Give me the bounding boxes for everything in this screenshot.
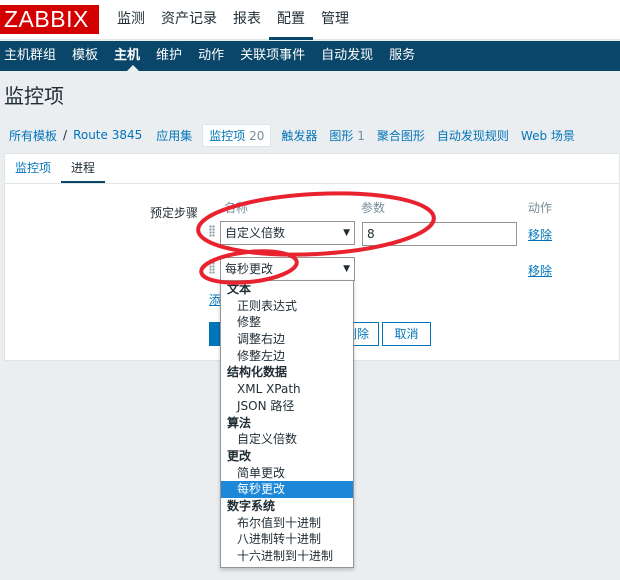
- drag-handle-icon[interactable]: [209, 225, 215, 237]
- dropdown-group: 更改: [227, 448, 252, 463]
- breadcrumb-screens[interactable]: 聚合图形: [371, 127, 431, 144]
- breadcrumb-applications[interactable]: 应用集: [148, 127, 198, 144]
- top-menu-monitoring[interactable]: 监测: [109, 0, 153, 40]
- dropdown-group: 结构化数据: [227, 365, 288, 380]
- dropdown-option[interactable]: XML XPath: [221, 381, 353, 398]
- step-type-value: 每秒更改: [225, 262, 274, 276]
- top-menu-configuration[interactable]: 配置: [269, 0, 313, 40]
- step-type-select[interactable]: 每秒更改 ▼: [220, 257, 355, 281]
- tab-preprocessing[interactable]: 进程: [61, 154, 106, 183]
- active-nav-caret: [127, 65, 139, 71]
- column-params-header: 参数: [361, 201, 386, 215]
- top-menu: 监测 资产记录 报表 配置 管理: [109, 0, 357, 40]
- subnav-templates[interactable]: 模板: [64, 41, 106, 71]
- top-bar: ZABBIX 监测 资产记录 报表 配置 管理: [0, 0, 620, 40]
- dropdown-group: 算法: [227, 415, 252, 430]
- top-menu-inventory[interactable]: 资产记录: [153, 0, 225, 40]
- dropdown-option[interactable]: 十六进制到十进制: [221, 548, 353, 565]
- page-title: 监控项: [4, 84, 64, 108]
- subnav-actions[interactable]: 动作: [190, 41, 232, 71]
- subnav-correlation[interactable]: 关联项事件: [232, 41, 313, 71]
- breadcrumb-graphs-label: 图形: [329, 128, 354, 143]
- sub-navigation: 主机群组 模板 主机 维护 动作 关联项事件 自动发现 服务: [0, 41, 620, 71]
- breadcrumb-items-count: 20: [249, 128, 265, 143]
- step-type-value: 自定义倍数: [225, 226, 286, 240]
- dropdown-option-selected[interactable]: 每秒更改: [221, 481, 353, 498]
- remove-step-link[interactable]: 移除: [528, 226, 552, 243]
- breadcrumb-graphs-count: 1: [357, 128, 365, 143]
- dropdown-option[interactable]: 简单更改: [221, 465, 353, 482]
- top-menu-administration[interactable]: 管理: [313, 0, 357, 40]
- breadcrumb: 所有模板 / Route 3845 应用集 监控项 20 触发器 图形 1 聚合…: [0, 123, 581, 147]
- breadcrumb-items[interactable]: 监控项 20: [202, 123, 272, 147]
- breadcrumb-triggers[interactable]: 触发器: [275, 127, 323, 144]
- dropdown-option[interactable]: 布尔值到十进制: [221, 515, 353, 532]
- dropdown-option[interactable]: 八进制转十进制: [221, 531, 353, 548]
- column-action-header: 动作: [528, 201, 553, 215]
- dropdown-option[interactable]: 自定义倍数: [221, 431, 353, 448]
- preprocessing-label: 预定步骤: [150, 206, 199, 220]
- step-type-dropdown[interactable]: 文本 正则表达式 修整 调整右边 修整左边 结构化数据 XML XPath JS…: [220, 280, 354, 568]
- step-type-select[interactable]: 自定义倍数 ▼: [220, 221, 355, 245]
- dropdown-option[interactable]: 正则表达式: [221, 298, 353, 315]
- dropdown-group: 文本: [227, 282, 252, 296]
- dropdown-arrow-icon: ▼: [343, 228, 350, 238]
- dropdown-group: 数字系统: [227, 498, 276, 513]
- column-name-header: 名称: [224, 201, 249, 215]
- breadcrumb-all-templates[interactable]: 所有模板: [0, 127, 63, 144]
- remove-step-link[interactable]: 移除: [528, 262, 552, 279]
- zabbix-logo[interactable]: ZABBIX: [0, 5, 99, 34]
- tab-item[interactable]: 监控项: [5, 154, 61, 183]
- dropdown-option[interactable]: 调整右边: [221, 331, 353, 348]
- dropdown-arrow-icon: ▼: [343, 264, 350, 274]
- breadcrumb-discovery[interactable]: 自动发现规则: [431, 127, 515, 144]
- cancel-button[interactable]: 取消: [382, 322, 431, 346]
- subnav-discovery[interactable]: 自动发现: [313, 41, 381, 71]
- breadcrumb-web[interactable]: Web 场景: [515, 127, 581, 144]
- subnav-host-groups[interactable]: 主机群组: [0, 41, 64, 71]
- dropdown-option[interactable]: 修整: [221, 314, 353, 331]
- form-tabs: 监控项 进程: [5, 154, 619, 184]
- dropdown-option[interactable]: 修整左边: [221, 348, 353, 365]
- drag-handle-icon[interactable]: [209, 262, 215, 274]
- top-menu-reports[interactable]: 报表: [225, 0, 269, 40]
- step-param-input[interactable]: 8: [362, 222, 517, 246]
- dropdown-option[interactable]: JSON 路径: [221, 398, 353, 415]
- breadcrumb-host[interactable]: Route 3845: [67, 128, 148, 142]
- subnav-services[interactable]: 服务: [381, 41, 423, 71]
- subnav-maintenance[interactable]: 维护: [148, 41, 190, 71]
- breadcrumb-graphs[interactable]: 图形 1: [323, 127, 370, 144]
- breadcrumb-items-label: 监控项: [209, 128, 246, 143]
